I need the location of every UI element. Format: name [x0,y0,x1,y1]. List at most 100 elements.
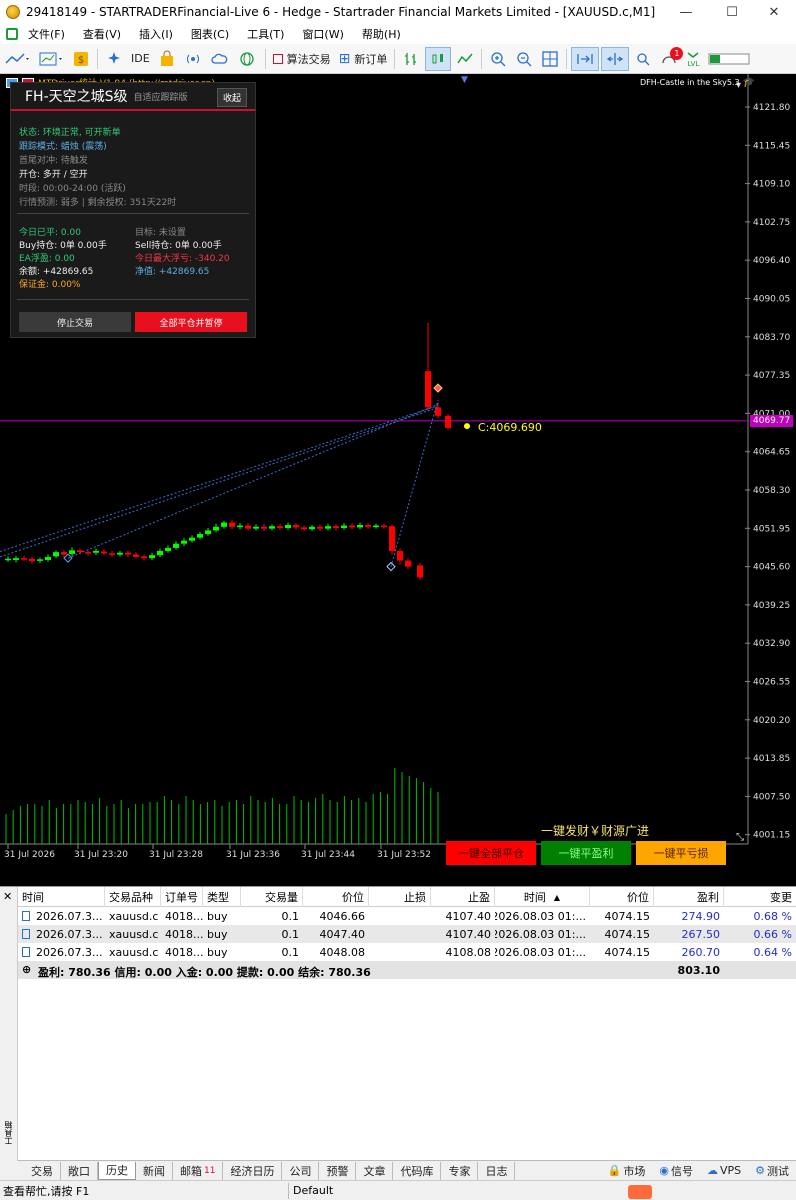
menu-bar: 文件(F) 查看(V) 插入(I) 图表(C) 工具(T) 窗口(W) 帮助(H… [0,24,796,44]
menu-insert[interactable]: 插入(I) [139,26,173,42]
tab-codebase[interactable]: 代码库 [393,1161,442,1180]
close-profit-button[interactable]: 一键平盈利 [541,841,631,865]
ea-divider-2 [17,299,249,300]
table-row[interactable]: 2026.07.3... xauusd.c 4018... buy 0.1 4047.40… [18,925,796,943]
close-loss-button[interactable]: 一键平亏损 [636,841,726,865]
close-button[interactable]: ✕ [752,0,796,24]
price-tick-label: 4096.40 [753,256,790,266]
col-symbol[interactable]: 交易品种 [105,887,161,907]
col-time[interactable]: 时间 [18,887,105,907]
tab-experts[interactable]: 专家 [441,1161,479,1180]
close-all-pause-button[interactable]: 全部平仓并暂停 [135,312,247,332]
tab-company[interactable]: 公司 [282,1161,320,1180]
cell-profit: 274.90 [681,909,721,923]
menu-window[interactable]: 窗口(W) [302,26,343,42]
cloud-icon[interactable] [207,47,233,71]
new-order-button[interactable]: ⊞ 新订单 [336,47,391,71]
search-icon[interactable] [631,47,655,71]
summary-expand-icon[interactable]: ⊕ [22,963,31,976]
candle-body [389,526,395,551]
bar-chart-icon[interactable] [399,47,423,71]
menu-help[interactable]: 帮助(H) [362,26,401,42]
ide-button[interactable]: IDE [128,47,153,71]
algo-trading-button[interactable]: 算法交易 [270,47,334,71]
market-link[interactable]: 🔒 市场 [601,1162,653,1180]
table-row[interactable]: 2026.07.3... xauusd.c 4018... buy 0.1 4046.66… [18,907,796,925]
tab-mailbox[interactable]: 邮箱 11 [173,1161,224,1180]
tab-trade[interactable]: 交易 [24,1161,61,1180]
market-bag-icon[interactable] [155,47,179,71]
minimize-button[interactable]: — [664,0,708,24]
tab-calendar[interactable]: 经济日历 [223,1161,283,1180]
line-chart-icon[interactable] [453,47,477,71]
auto-scroll-icon[interactable] [571,46,600,71]
app-badge-icon [628,1185,652,1199]
time-tick-label: 31 Jul 23:28 [149,850,203,860]
candle-body [325,526,331,529]
price-tick-label: 4083.70 [753,333,790,343]
notifications-icon[interactable]: 1 [657,46,684,71]
menu-tools[interactable]: 工具(T) [247,26,284,42]
col-price[interactable]: 价位 [303,887,369,907]
templates-icon[interactable] [35,47,67,71]
candle-body [173,543,179,548]
tester-link[interactable]: ⚙ 测试 [748,1162,796,1180]
close-all-button[interactable]: 一键全部平仓 [446,841,536,865]
price-chart[interactable]: 4121.80 4115.45 4109.10 4102.75 4096.40 4090.… [0,74,796,886]
coin-icon[interactable]: $ [69,47,93,71]
menu-view[interactable]: 查看(V) [83,26,121,42]
chart-shift-icon[interactable] [601,46,630,71]
price-tick-label: 4020.20 [753,716,790,726]
menu-charts[interactable]: 图表(C) [191,26,229,42]
candle-body [197,534,203,538]
candlestick-icon[interactable] [425,46,452,71]
plus-icon: ⊞ [338,50,351,67]
candle-body [405,560,411,567]
col-type[interactable]: 类型 [203,887,241,907]
col-current-price[interactable]: 价位 [590,887,654,907]
vps-link[interactable]: ☁ VPS [700,1162,748,1180]
signal-icon[interactable] [181,47,205,71]
toolbar-separator [566,48,568,69]
zoom-in-icon[interactable] [486,47,510,71]
maximize-button[interactable]: ☐ [710,0,754,24]
candle-body [149,555,155,559]
tab-news[interactable]: 新闻 [136,1161,173,1180]
col-change[interactable]: 变更 [724,887,796,907]
col-sl[interactable]: 止损 [369,887,431,907]
col-volume[interactable]: 交易量 [241,887,303,907]
chart-type-button[interactable] [1,47,33,71]
candle-body [181,540,187,544]
collapse-button[interactable]: 收起 [216,88,247,107]
terminal-close-icon[interactable]: ✕ [3,890,12,903]
col-order[interactable]: 订单号 [161,887,203,907]
cell-current-time: 2026.08.03 01:... [495,909,586,923]
tab-exposure[interactable]: 敞口 [61,1161,98,1180]
signals-link[interactable]: ◉ 信号 [652,1162,700,1180]
price-tick-label: 4090.05 [753,295,790,305]
ea-float-profit: EA浮盈: 0.00 [19,254,75,264]
wizard-icon[interactable] [102,47,126,71]
table-row[interactable]: 2026.07.3... xauusd.c 4018... buy 0.1 4048.08… [18,943,796,961]
candle-body [109,553,115,555]
col-profit[interactable]: 盈利 [654,887,724,907]
menu-file[interactable]: 文件(F) [28,26,65,42]
col-tp[interactable]: 止盈 [431,887,495,907]
tab-alerts[interactable]: 预警 [319,1161,357,1180]
stop-trading-button[interactable]: 停止交易 [19,312,131,332]
zoom-out-icon[interactable] [512,47,536,71]
vps-label: VPS [719,1164,742,1177]
level-button[interactable]: LVL [683,47,703,71]
candle-body [285,524,291,528]
col-time-current[interactable]: 时间 ▲ [495,887,590,907]
tile-windows-icon[interactable] [538,47,562,71]
globe-icon[interactable] [235,47,261,71]
candle-body [229,522,235,527]
ea-margin: 保证金: 0.00% [19,280,81,290]
tab-history[interactable]: 历史 [98,1161,136,1180]
order-icon [22,947,30,957]
price-tick-label: 4077.35 [753,371,790,381]
tab-articles[interactable]: 文章 [356,1161,394,1180]
candle-body [165,547,171,551]
tab-journal[interactable]: 日志 [478,1161,516,1180]
